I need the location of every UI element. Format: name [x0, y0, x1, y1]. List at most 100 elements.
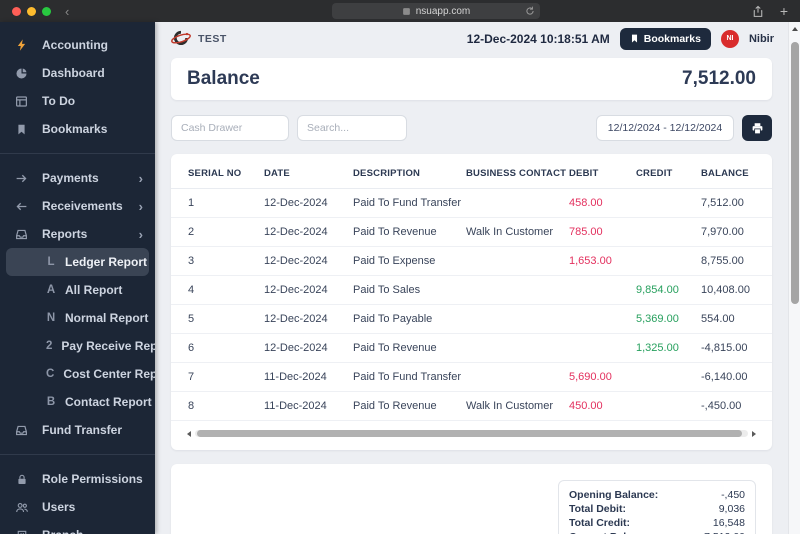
col-serial-no: SERIAL NO: [171, 158, 247, 189]
cell-credit: [619, 188, 684, 218]
sidebar-item-role-permissions[interactable]: Role Permissions ›: [0, 465, 155, 493]
sidebar-item-pay-receive-report[interactable]: 2 Pay Receive Report: [0, 332, 155, 360]
cell-contact: [449, 304, 552, 334]
sidebar-item-label: Users: [42, 500, 76, 514]
summary-total-credit: Total Credit: 16,548: [569, 516, 745, 530]
vertical-scrollbar[interactable]: [788, 22, 800, 534]
item-letter-icon: N: [46, 312, 56, 324]
date-range-input[interactable]: [596, 115, 734, 141]
cell-contact: Walk In Customer: [449, 217, 553, 247]
cell-contact: [449, 188, 552, 218]
cell-contact: [449, 246, 552, 276]
table-row[interactable]: 4 12-Dec-2024 Paid To Sales 9,854.00 10,…: [171, 275, 772, 305]
summary-label: Current Balance:: [569, 530, 654, 534]
refresh-icon[interactable]: [525, 6, 535, 16]
lock-icon: [14, 473, 29, 486]
cell-balance: 7,970.00: [684, 217, 772, 247]
minimize-button[interactable]: [27, 6, 36, 16]
sidebar-item-all-report[interactable]: A All Report: [0, 276, 155, 304]
printer-icon: [751, 122, 764, 135]
share-icon[interactable]: [752, 5, 764, 18]
scrollbar-thumb[interactable]: [197, 430, 742, 437]
filter-bar: [171, 115, 772, 141]
item-letter-icon: C: [46, 368, 55, 380]
cell-serial: 8: [171, 391, 247, 421]
sidebar-item-branch[interactable]: Branch: [0, 521, 155, 534]
item-letter-icon: 2: [46, 340, 53, 352]
chevron-right-icon: ›: [138, 226, 143, 242]
cell-date: 12-Dec-2024: [247, 304, 336, 334]
sidebar-item-label: Pay Receive Report: [61, 339, 155, 353]
summary-opening-balance: Opening Balance: -,450: [569, 488, 745, 502]
summary-value: 16,548: [712, 517, 745, 529]
scroll-up-icon[interactable]: [792, 27, 798, 31]
item-letter-icon: B: [46, 396, 56, 408]
horizontal-scrollbar[interactable]: [187, 429, 756, 438]
table-row[interactable]: 1 12-Dec-2024 Paid To Fund Transfer 458.…: [171, 188, 772, 218]
sidebar-item-label: Ledger Report: [65, 255, 148, 269]
summary-box: Opening Balance: -,450 Total Debit: 9,03…: [558, 480, 756, 534]
summary-label: Total Debit:: [569, 503, 626, 515]
scroll-right-icon[interactable]: [752, 430, 756, 437]
cell-description: Paid To Fund Transfer: [336, 362, 461, 392]
sidebar-item-reports[interactable]: Reports ›: [0, 220, 155, 248]
sidebar-item-users[interactable]: Users: [0, 493, 155, 521]
brand[interactable]: TEST: [170, 30, 227, 47]
table-row[interactable]: 5 12-Dec-2024 Paid To Payable 5,369.00 5…: [171, 304, 772, 334]
scrollbar-thumb[interactable]: [791, 42, 799, 304]
new-tab-button[interactable]: +: [780, 4, 788, 18]
table-row[interactable]: 7 11-Dec-2024 Paid To Fund Transfer 5,69…: [171, 362, 772, 392]
table-header-row: SERIAL NO DATE DESCRIPTION BUSINESS CONT…: [171, 158, 772, 189]
bookmarks-button[interactable]: Bookmarks: [619, 27, 711, 50]
cell-credit: [619, 217, 684, 247]
cell-credit: [619, 246, 684, 276]
scroll-left-icon[interactable]: [187, 430, 191, 437]
cell-debit: 458.00: [552, 188, 619, 218]
print-button[interactable]: [742, 115, 772, 141]
sidebar-item-contact-report[interactable]: B Contact Report: [0, 388, 155, 416]
table-row[interactable]: 2 12-Dec-2024 Paid To Revenue Walk In Cu…: [171, 217, 772, 247]
cell-description: Paid To Payable: [336, 304, 449, 334]
scrollbar-track[interactable]: [195, 430, 748, 437]
sidebar-item-label: Fund Transfer: [42, 423, 123, 437]
url-bar[interactable]: nsuapp.com: [332, 3, 540, 19]
cash-drawer-select[interactable]: [171, 115, 289, 141]
sidebar-item-cost-center-report[interactable]: C Cost Center Report: [0, 360, 155, 388]
sidebar-item-accounting[interactable]: Accounting: [0, 31, 155, 59]
sidebar-item-ledger-report[interactable]: L Ledger Report: [6, 248, 149, 276]
cell-contact: [449, 275, 552, 305]
avatar[interactable]: NI: [720, 29, 739, 48]
cell-balance: 554.00: [684, 304, 772, 334]
chevron-right-icon: ›: [138, 170, 143, 186]
summary-label: Total Credit:: [569, 517, 631, 529]
sidebar-item-payments[interactable]: Payments ›: [0, 164, 155, 192]
sidebar-item-bookmarks[interactable]: Bookmarks: [0, 115, 155, 143]
cell-credit: 5,369.00: [619, 304, 684, 334]
table-row[interactable]: 8 11-Dec-2024 Paid To Revenue Walk In Cu…: [171, 391, 772, 421]
sidebar-item-normal-report[interactable]: N Normal Report: [0, 304, 155, 332]
browser-chrome: ‹ nsuapp.com +: [0, 0, 800, 22]
sidebar-item-receivements[interactable]: Receivements ›: [0, 192, 155, 220]
sidebar-item-fund-transfer[interactable]: Fund Transfer: [0, 416, 155, 444]
table-row[interactable]: 3 12-Dec-2024 Paid To Expense 1,653.00 8…: [171, 246, 772, 276]
col-description: DESCRIPTION: [336, 158, 449, 189]
sidebar-item-dashboard[interactable]: Dashboard: [0, 59, 155, 87]
zoom-button[interactable]: [42, 6, 51, 16]
cell-balance: 7,512.00: [684, 188, 772, 218]
summary-total-debit: Total Debit: 9,036: [569, 502, 745, 516]
sidebar-item-todo[interactable]: To Do: [0, 87, 155, 115]
sidebar-item-label: Branch: [42, 528, 83, 534]
sidebar-item-label: Cost Center Report: [63, 367, 155, 381]
cell-description: Paid To Revenue: [336, 333, 449, 363]
search-input[interactable]: [297, 115, 407, 141]
sidebar-item-label: Dashboard: [42, 66, 105, 80]
cell-serial: 7: [171, 362, 247, 392]
table-row[interactable]: 6 12-Dec-2024 Paid To Revenue 1,325.00 -…: [171, 333, 772, 363]
cell-credit: [619, 391, 684, 421]
back-button[interactable]: ‹: [65, 5, 69, 18]
cell-contact: [449, 333, 552, 363]
item-letter-icon: A: [46, 284, 56, 296]
current-datetime: 12-Dec-2024 10:18:51 AM: [466, 31, 610, 46]
bookmarks-button-label: Bookmarks: [643, 32, 701, 45]
close-button[interactable]: [12, 6, 21, 16]
